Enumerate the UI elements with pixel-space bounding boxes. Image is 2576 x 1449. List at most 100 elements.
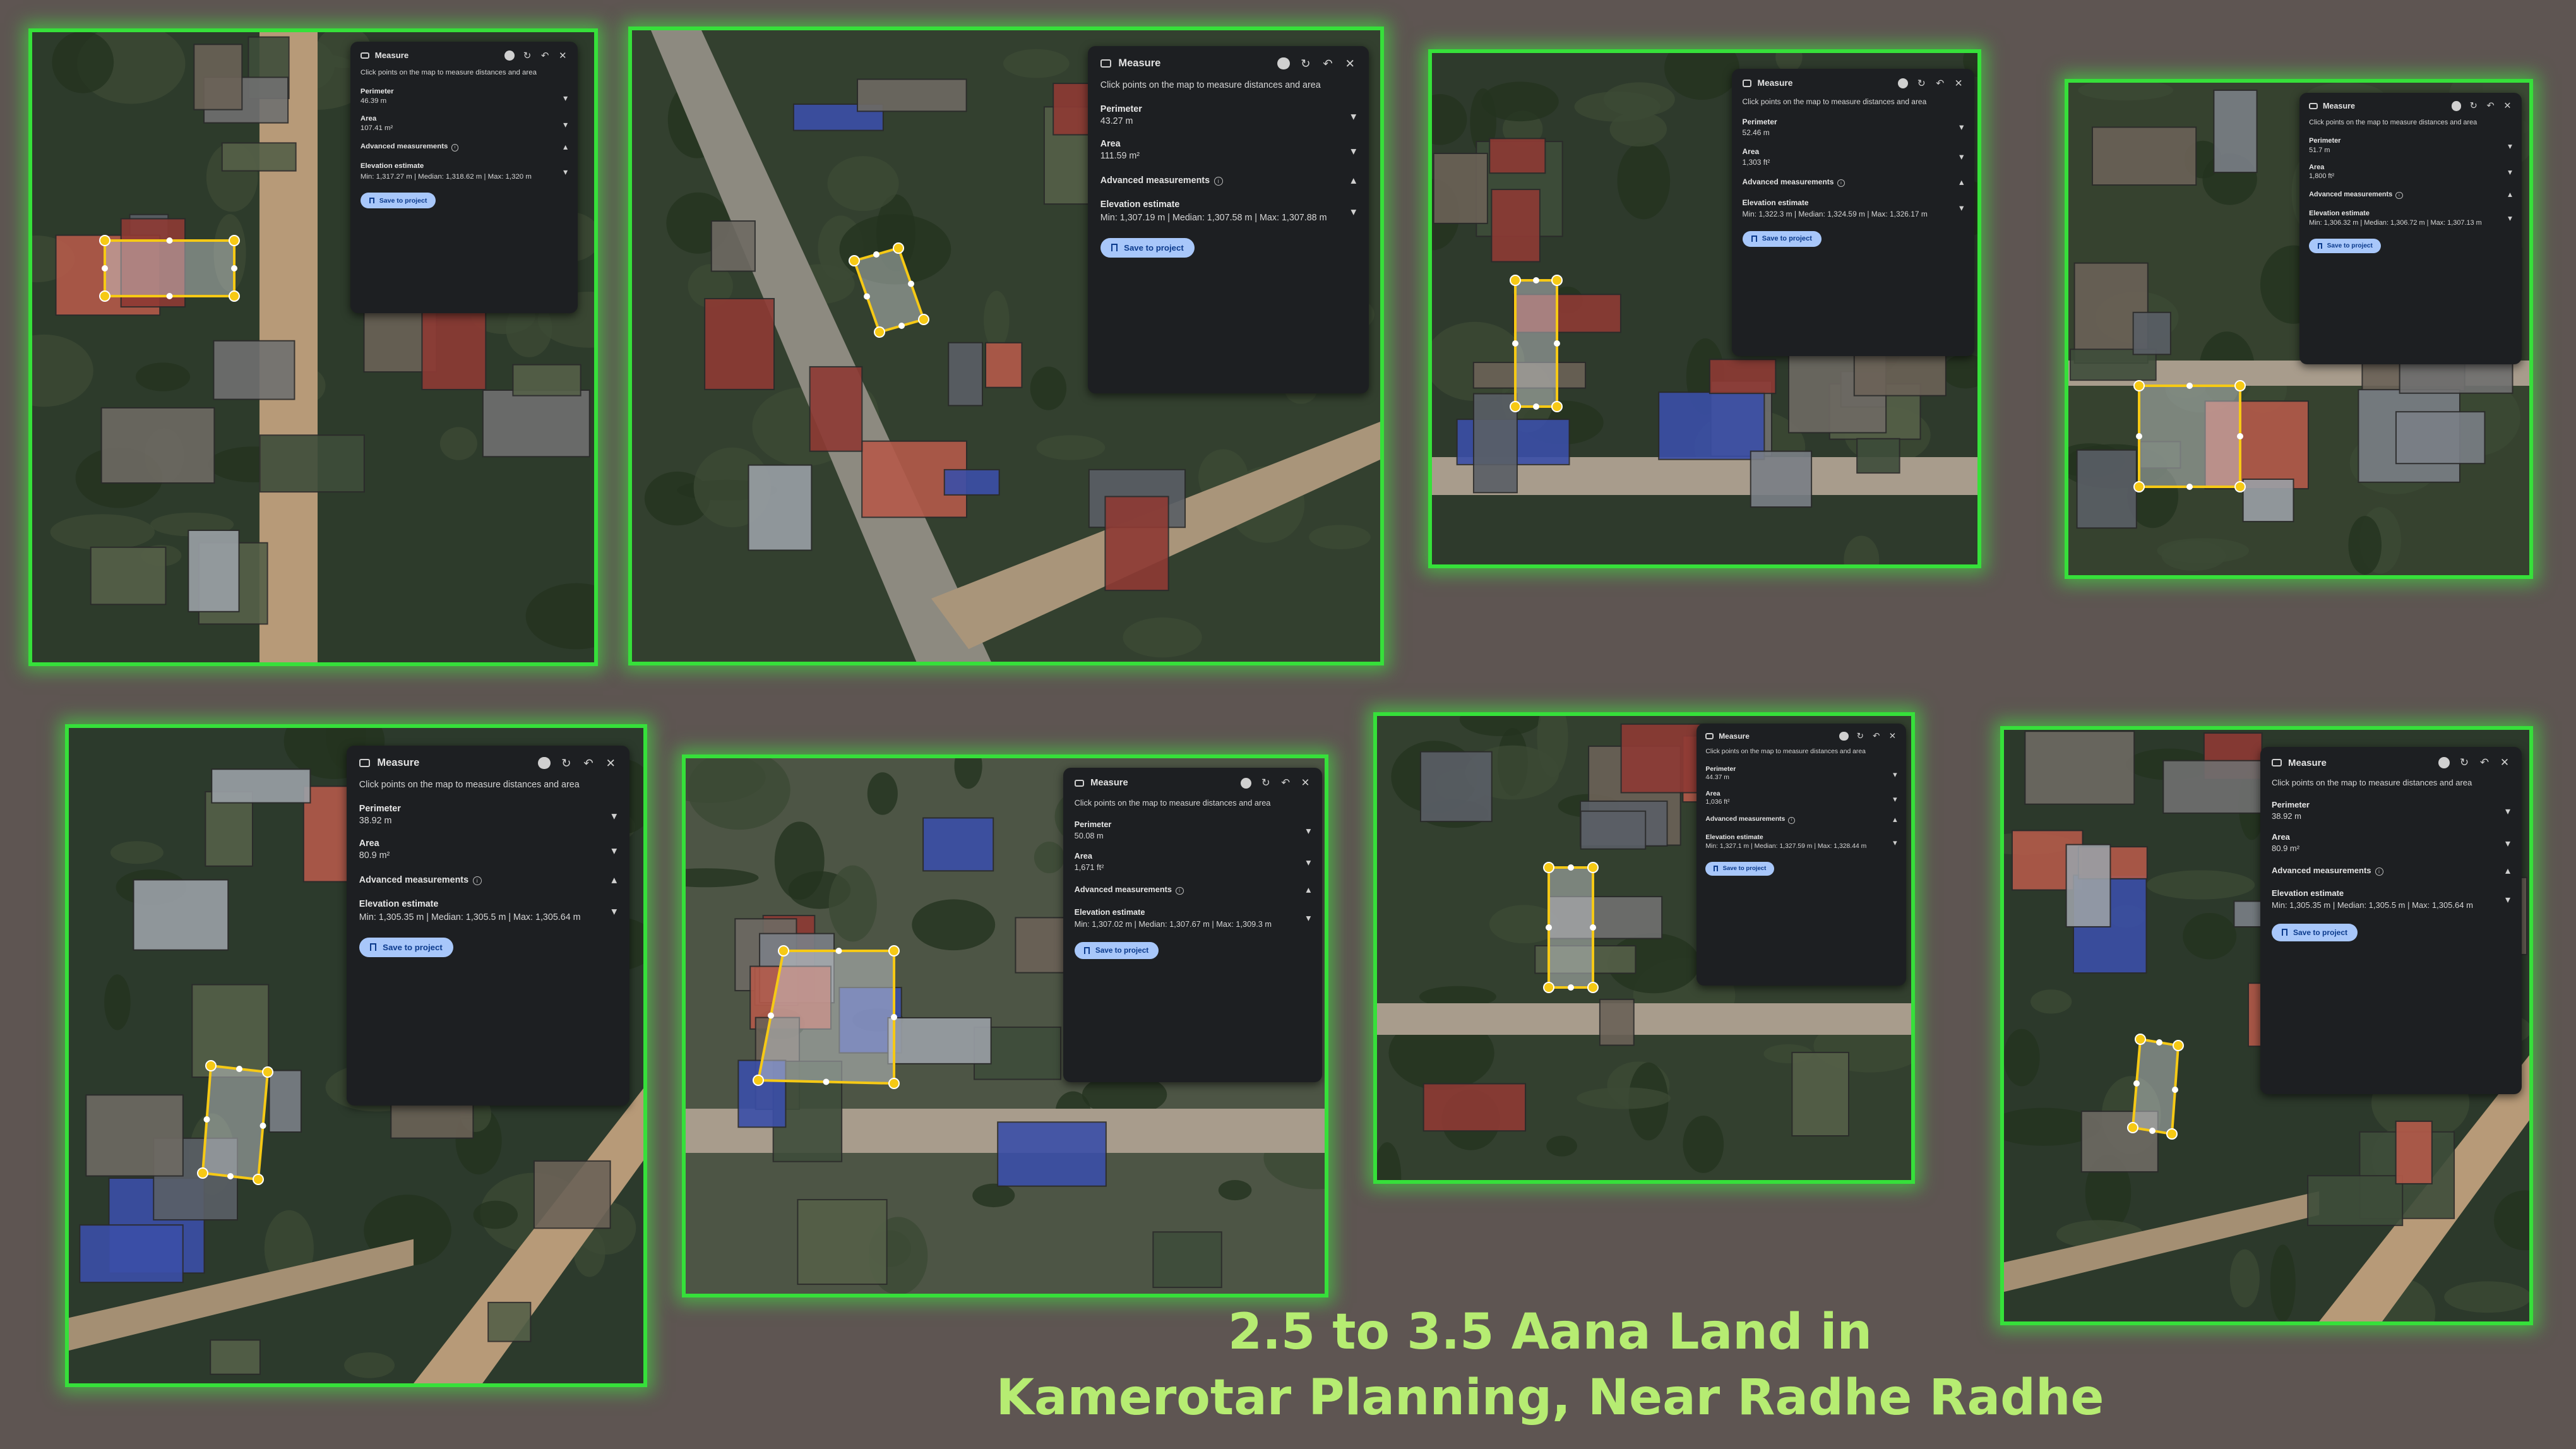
- undo-icon[interactable]: ↶: [1872, 731, 1881, 741]
- chevron-down-icon[interactable]: ▾: [1306, 825, 1311, 837]
- polygon-vertex-handle[interactable]: [893, 242, 904, 254]
- polygon-vertex-handle[interactable]: [1587, 982, 1599, 993]
- area-row[interactable]: Area 80.9 m² ▾: [359, 838, 617, 861]
- polygon-midpoint-handle[interactable]: [1546, 924, 1552, 931]
- help-icon[interactable]: ?: [2452, 101, 2462, 111]
- perimeter-row[interactable]: Perimeter 50.08 m ▾: [1075, 820, 1311, 840]
- chevron-down-icon[interactable]: ▾: [2508, 213, 2512, 224]
- polygon-vertex-handle[interactable]: [2173, 1040, 2184, 1051]
- save-to-project-button[interactable]: Save to project: [2272, 923, 2358, 941]
- polygon-midpoint-handle[interactable]: [166, 237, 173, 244]
- chevron-down-icon[interactable]: ▾: [563, 93, 568, 104]
- chevron-up-icon[interactable]: ▴: [1893, 814, 1897, 825]
- measured-plot-polygon[interactable]: [1547, 866, 1594, 989]
- measured-plot-polygon[interactable]: [2138, 385, 2241, 488]
- help-icon[interactable]: ?: [2438, 757, 2450, 768]
- area-row[interactable]: Area 80.9 m² ▾: [2272, 832, 2510, 853]
- polygon-midpoint-handle[interactable]: [166, 293, 173, 299]
- undo-icon[interactable]: ↶: [2479, 756, 2490, 768]
- undo-icon[interactable]: ↶: [1321, 57, 1334, 70]
- area-row[interactable]: Area 111.59 m² ▾: [1100, 139, 1356, 161]
- polygon-vertex-handle[interactable]: [205, 1060, 217, 1071]
- refresh-icon[interactable]: ↻: [522, 51, 532, 61]
- chevron-up-icon[interactable]: ▴: [563, 141, 568, 152]
- polygon-vertex-handle[interactable]: [1510, 275, 1521, 286]
- polygon-midpoint-handle[interactable]: [2149, 1128, 2156, 1134]
- advanced-measurements-toggle[interactable]: Advanced measurements i ▴: [2272, 864, 2510, 877]
- refresh-icon[interactable]: ↻: [2469, 101, 2478, 111]
- polygon-vertex-handle[interactable]: [2127, 1122, 2138, 1133]
- elevation-row[interactable]: Elevation estimate Min: 1,327.1 m | Media…: [1705, 834, 1897, 852]
- polygon-vertex-handle[interactable]: [2234, 380, 2246, 391]
- chevron-down-icon[interactable]: ▾: [1351, 145, 1356, 158]
- chevron-down-icon[interactable]: ▾: [1306, 856, 1311, 869]
- chevron-up-icon[interactable]: ▴: [2505, 864, 2510, 877]
- save-to-project-button[interactable]: Save to project: [1705, 861, 1775, 876]
- chevron-up-icon[interactable]: ▴: [1306, 883, 1311, 896]
- save-to-project-button[interactable]: Save to project: [1100, 238, 1195, 258]
- polygon-vertex-handle[interactable]: [1543, 862, 1554, 873]
- polygon-vertex-handle[interactable]: [197, 1167, 208, 1179]
- polygon-midpoint-handle[interactable]: [1533, 277, 1539, 283]
- area-row[interactable]: Area 1,800 ft² ▾: [2309, 164, 2512, 181]
- close-icon[interactable]: ✕: [2499, 756, 2510, 768]
- polygon-vertex-handle[interactable]: [2135, 1034, 2146, 1045]
- polygon-midpoint-handle[interactable]: [1590, 924, 1596, 931]
- polygon-midpoint-handle[interactable]: [236, 1066, 242, 1072]
- polygon-midpoint-handle[interactable]: [1568, 984, 1574, 991]
- polygon-vertex-handle[interactable]: [753, 1075, 764, 1086]
- polygon-midpoint-handle[interactable]: [2186, 484, 2193, 490]
- polygon-vertex-handle[interactable]: [1543, 982, 1554, 993]
- measured-plot-polygon[interactable]: [104, 239, 236, 297]
- close-icon[interactable]: ✕: [1344, 57, 1356, 70]
- chevron-down-icon[interactable]: ▾: [1959, 152, 1964, 162]
- chevron-up-icon[interactable]: ▴: [611, 873, 617, 886]
- polygon-vertex-handle[interactable]: [1551, 275, 1563, 286]
- refresh-icon[interactable]: ↻: [1260, 777, 1272, 789]
- polygon-vertex-handle[interactable]: [2166, 1128, 2178, 1140]
- polygon-vertex-handle[interactable]: [1587, 862, 1599, 873]
- elevation-row[interactable]: Elevation estimate Min: 1,306.32 m | Medi…: [2309, 210, 2512, 229]
- chevron-down-icon[interactable]: ▾: [611, 844, 617, 857]
- polygon-midpoint-handle[interactable]: [2186, 383, 2193, 389]
- advanced-measurements-toggle[interactable]: Advanced measurements i ▴: [2309, 189, 2512, 200]
- save-to-project-button[interactable]: Save to project: [360, 193, 436, 208]
- polygon-vertex-handle[interactable]: [888, 1078, 900, 1089]
- measured-plot-polygon[interactable]: [2131, 1037, 2180, 1136]
- polygon-vertex-handle[interactable]: [918, 314, 929, 325]
- advanced-measurements-toggle[interactable]: Advanced measurements i ▴: [361, 141, 568, 152]
- help-icon[interactable]: ?: [504, 51, 515, 61]
- advanced-measurements-toggle[interactable]: Advanced measurements i ▴: [1100, 174, 1356, 187]
- area-row[interactable]: Area 1,671 ft² ▾: [1075, 851, 1311, 872]
- polygon-vertex-handle[interactable]: [2133, 380, 2145, 391]
- chevron-down-icon[interactable]: ▾: [611, 809, 617, 823]
- elevation-row[interactable]: Elevation estimate Min: 1,307.19 m | Medi…: [1100, 200, 1356, 224]
- chevron-down-icon[interactable]: ▾: [1351, 110, 1356, 123]
- save-to-project-button[interactable]: Save to project: [1074, 941, 1159, 959]
- polygon-vertex-handle[interactable]: [1510, 401, 1521, 412]
- polygon-midpoint-handle[interactable]: [2136, 433, 2142, 439]
- perimeter-row[interactable]: Perimeter 46.39 m ▾: [361, 88, 568, 105]
- chevron-down-icon[interactable]: ▾: [1306, 912, 1311, 924]
- polygon-vertex-handle[interactable]: [874, 326, 885, 338]
- chevron-down-icon[interactable]: ▾: [2505, 805, 2510, 818]
- save-to-project-button[interactable]: Save to project: [1742, 230, 1822, 247]
- chevron-down-icon[interactable]: ▾: [1893, 838, 1897, 848]
- help-icon[interactable]: ?: [1277, 57, 1290, 70]
- measured-plot-polygon[interactable]: [756, 950, 895, 1085]
- undo-icon[interactable]: ↶: [2486, 101, 2495, 111]
- polygon-midpoint-handle[interactable]: [823, 1078, 830, 1085]
- chevron-down-icon[interactable]: ▾: [611, 905, 617, 918]
- save-to-project-button[interactable]: Save to project: [2309, 239, 2382, 253]
- area-row[interactable]: Area 1,303 ft² ▾: [1743, 147, 1964, 167]
- help-icon[interactable]: ?: [1240, 777, 1252, 789]
- refresh-icon[interactable]: ↻: [1916, 78, 1927, 89]
- polygon-vertex-handle[interactable]: [888, 945, 900, 957]
- polygon-midpoint-handle[interactable]: [2237, 433, 2243, 439]
- advanced-measurements-toggle[interactable]: Advanced measurements i ▴: [1743, 177, 1964, 188]
- polygon-midpoint-handle[interactable]: [908, 280, 914, 287]
- polygon-midpoint-handle[interactable]: [203, 1116, 210, 1123]
- elevation-row[interactable]: Elevation estimate Min: 1,322.3 m | Media…: [1743, 198, 1964, 219]
- perimeter-row[interactable]: Perimeter 44.37 m ▾: [1705, 766, 1897, 781]
- polygon-midpoint-handle[interactable]: [891, 1014, 897, 1020]
